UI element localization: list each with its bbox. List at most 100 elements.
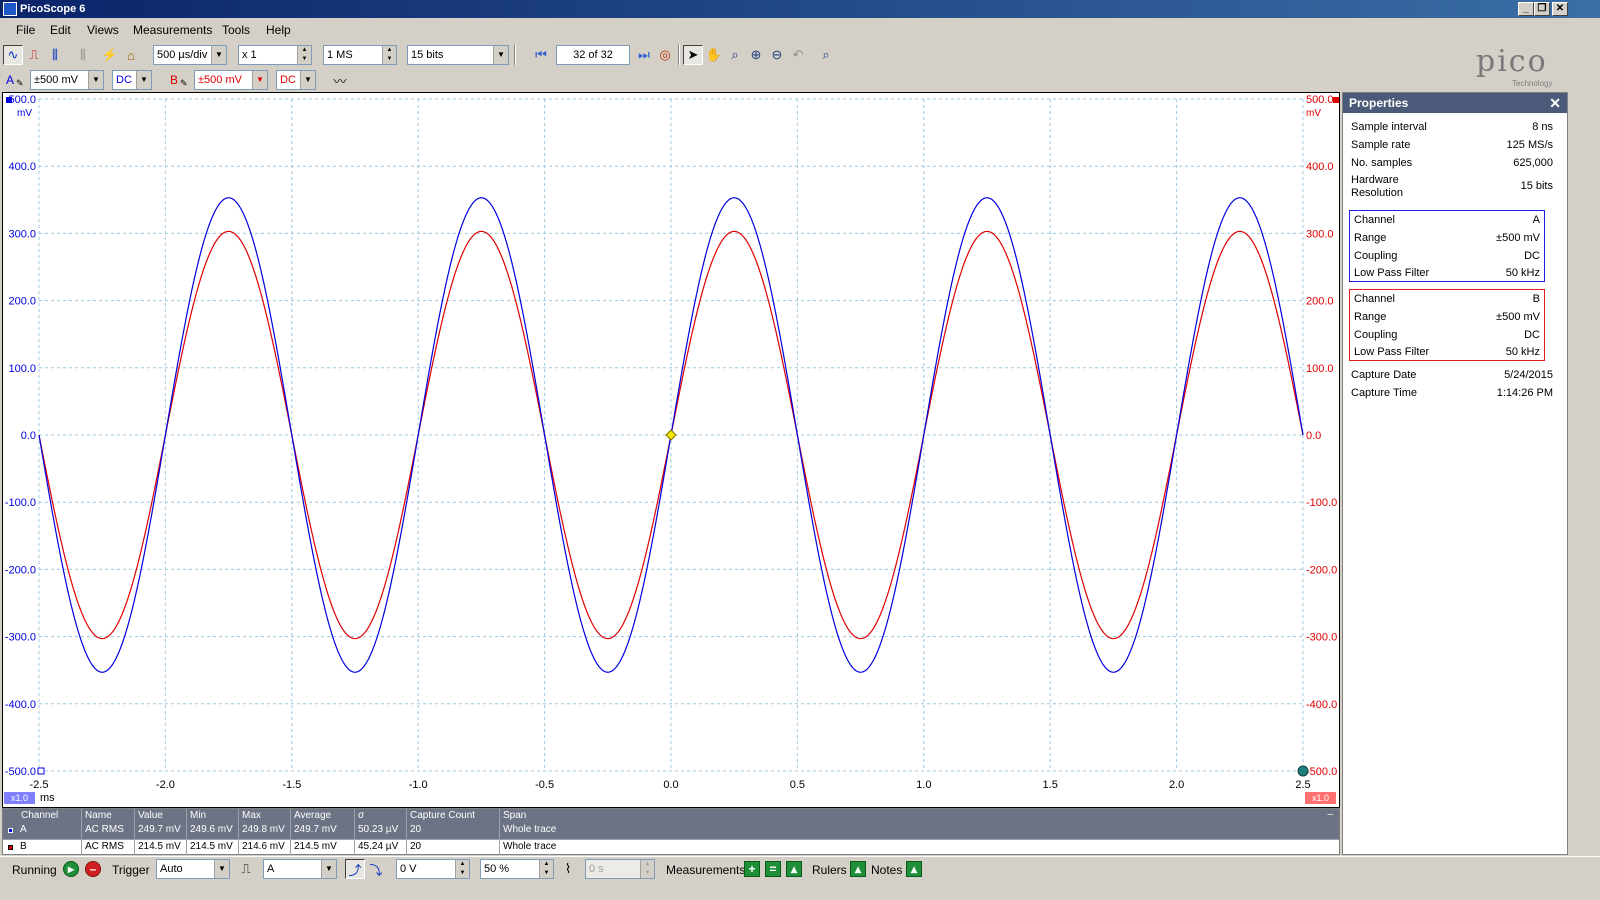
spin-arrows-icon: ▲ ▼: [640, 860, 654, 878]
last-buffer-icon[interactable]: ⏭: [634, 45, 654, 65]
edit-measurement-icon[interactable]: =: [765, 861, 781, 877]
table-row[interactable]: B AC RMS 214.5 mV 214.5 mV 214.6 mV 214.…: [3, 839, 1339, 855]
rulers-icon[interactable]: ▴: [850, 861, 866, 877]
trigger-delay-icon[interactable]: ⌇: [558, 859, 578, 879]
home-icon[interactable]: ⌂: [121, 45, 141, 65]
close-window-button[interactable]: ✕: [1552, 2, 1568, 16]
prop-capture-time: Capture Time 1:14:26 PM: [1351, 387, 1553, 399]
trigger-type-icon[interactable]: ⎍: [236, 859, 256, 879]
zoom-in-icon[interactable]: ⊕: [746, 45, 766, 65]
x-tick-label: -2.5: [30, 779, 49, 791]
minimize-button[interactable]: _: [1518, 2, 1534, 16]
menu-file[interactable]: File: [16, 23, 35, 37]
prop-hardware-resolution: Hardware Resolution 15 bits: [1351, 174, 1553, 199]
start-icon[interactable]: ▸: [63, 861, 79, 877]
notes-icon[interactable]: ▴: [906, 861, 922, 877]
buffer-navigator[interactable]: 32 of 32: [556, 45, 630, 65]
spin-arrows-icon: ▲ ▼: [539, 860, 553, 878]
spectrum-mode-icon[interactable]: ⫼: [45, 45, 65, 65]
falling-edge-icon[interactable]: ⤵: [366, 859, 386, 879]
y-tick-label-right: -300.0: [1306, 632, 1337, 644]
pretrigger-stepper[interactable]: 50 % ▲ ▼: [480, 859, 554, 879]
probe-icon[interactable]: ✎: [180, 78, 188, 89]
samples-stepper[interactable]: 1 MS ▲ ▼: [323, 45, 397, 65]
menu-edit[interactable]: Edit: [50, 23, 71, 37]
x-tick-label: 2.5: [1295, 779, 1310, 791]
pointer-tool-icon[interactable]: ➤: [683, 45, 703, 65]
y-tick-label-left: -200.0: [5, 564, 36, 576]
channel-a-range-select[interactable]: ±500 mV ▼: [30, 70, 104, 90]
first-buffer-icon[interactable]: ⏮: [531, 45, 551, 65]
rising-edge-icon[interactable]: ⤴: [345, 859, 365, 879]
post-trigger-handle-icon: [1297, 765, 1309, 777]
x-tick-label: 1.5: [1043, 779, 1058, 791]
x-scale-badge[interactable]: x1.0: [4, 792, 35, 804]
status-bar: Running ▸ – Trigger Auto ▼ ⎍ A ▼ ⤴ ⤵ 0 V ▲ ▼…: [0, 856, 1600, 881]
zoom-area-icon[interactable]: ⌕: [725, 45, 745, 65]
trigger-label: Trigger: [112, 863, 150, 877]
prop-capture-date: Capture Date 5/24/2015: [1351, 369, 1553, 381]
delete-measurement-icon[interactable]: ▴: [786, 861, 802, 877]
channel-a-coupling-select[interactable]: DC ▼: [112, 70, 152, 90]
pico-logo-sub: Technology: [1512, 79, 1553, 88]
prop-no-samples: No. samples 625,000: [1351, 157, 1553, 169]
add-spectrum-icon[interactable]: ⫼: [73, 45, 93, 65]
channel-b-coupling-select[interactable]: DC ▼: [276, 70, 316, 90]
menu-measurements[interactable]: Measurements: [133, 23, 212, 37]
trigger-mode-select[interactable]: Auto ▼: [156, 859, 230, 879]
channel-a-label: A: [6, 73, 15, 87]
collapse-icon[interactable]: –: [1327, 809, 1333, 820]
probe-icon[interactable]: ⚡: [100, 45, 120, 65]
stop-icon[interactable]: –: [85, 861, 101, 877]
resolution-select[interactable]: 15 bits ▼: [407, 45, 509, 65]
notes-label: Notes: [871, 863, 903, 877]
x-scale-badge-right[interactable]: x1.0: [1305, 792, 1336, 804]
toolbar-divider: [678, 45, 680, 65]
channel-b-properties: Channel B Range ±500 mV Coupling DC Low Pas…: [1349, 289, 1545, 361]
menu-tools[interactable]: Tools: [222, 23, 250, 37]
chevron-down-icon: ▼: [136, 71, 151, 89]
trigger-source-select[interactable]: A ▼: [263, 859, 337, 879]
y-tick-label-right: -200.0: [1306, 564, 1337, 576]
compass-icon[interactable]: ◎: [655, 45, 675, 65]
prop-sample-interval: Sample interval 8 ns: [1351, 121, 1553, 133]
properties-panel: Properties ✕ Sample interval 8 ns Sample …: [1342, 92, 1568, 855]
x-tick-label: -1.0: [409, 779, 428, 791]
persistence-mode-icon[interactable]: ⎍: [24, 45, 44, 65]
restore-button[interactable]: ❐: [1534, 2, 1550, 16]
channel-a-color-icon: [8, 828, 13, 833]
spin-arrows-icon: ▲ ▼: [297, 46, 311, 64]
y-tick-label-right: -400.0: [1306, 699, 1337, 711]
trigger-delay-stepper[interactable]: 0 s ▲ ▼: [585, 859, 655, 879]
main-toolbar: ∿ ⎍ ⫼ ⫼ ⚡ ⌂ 500 µs/div ▼ x 1 ▲ ▼ 1 MS ▲ ▼ 15 …: [0, 42, 1600, 68]
table-row[interactable]: A AC RMS 249.7 mV 249.6 mV 249.8 mV 249.…: [3, 823, 1339, 839]
scope-mode-icon[interactable]: ∿: [3, 45, 23, 65]
probe-icon[interactable]: ✎: [16, 78, 24, 89]
y-tick-label-left: 100.0: [8, 363, 36, 375]
undo-zoom-icon[interactable]: ↶: [788, 45, 808, 65]
timebase-select[interactable]: 500 µs/div ▼: [153, 45, 227, 65]
menu-help[interactable]: Help: [266, 23, 291, 37]
menu-bar: File Edit Views Measurements Tools Help: [0, 18, 1600, 42]
scope-view[interactable]: 500.0 400.0 300.0 200.0 100.0 0.0 -100.0 -200.0…: [2, 92, 1340, 808]
channel-toolbar: A ✎ ±500 mV ▼ DC ▼ B ✎ ±500 mV ▼ DC ▼ 〰: [0, 68, 1600, 92]
scope-plot[interactable]: 500.0 400.0 300.0 200.0 100.0 0.0 -100.0 -200.0…: [3, 93, 1339, 807]
channel-b-range-select[interactable]: ±500 mV ▼: [194, 70, 268, 90]
menu-views[interactable]: Views: [87, 23, 119, 37]
chevron-down-icon: ▼: [321, 860, 336, 878]
trigger-level-stepper[interactable]: 0 V ▲ ▼: [396, 859, 470, 879]
zoom-out-icon[interactable]: ⊖: [767, 45, 787, 65]
math-channels-icon[interactable]: 〰: [330, 70, 350, 90]
zoom-overview-icon[interactable]: ⌕: [816, 45, 836, 65]
zoom-stepper[interactable]: x 1 ▲ ▼: [238, 45, 312, 65]
x-tick-label: 0.0: [663, 779, 678, 791]
hand-tool-icon[interactable]: ✋: [704, 45, 724, 65]
close-icon[interactable]: ✕: [1549, 93, 1561, 113]
add-measurement-icon[interactable]: +: [744, 861, 760, 877]
window-title: PicoScope 6: [20, 3, 86, 15]
x-tick-label: -2.0: [156, 779, 175, 791]
y-tick-label-right: 300.0: [1306, 228, 1334, 240]
chevron-down-icon: ▼: [88, 71, 103, 89]
chevron-down-icon: ▼: [493, 46, 508, 64]
properties-header: Properties ✕: [1343, 93, 1567, 113]
